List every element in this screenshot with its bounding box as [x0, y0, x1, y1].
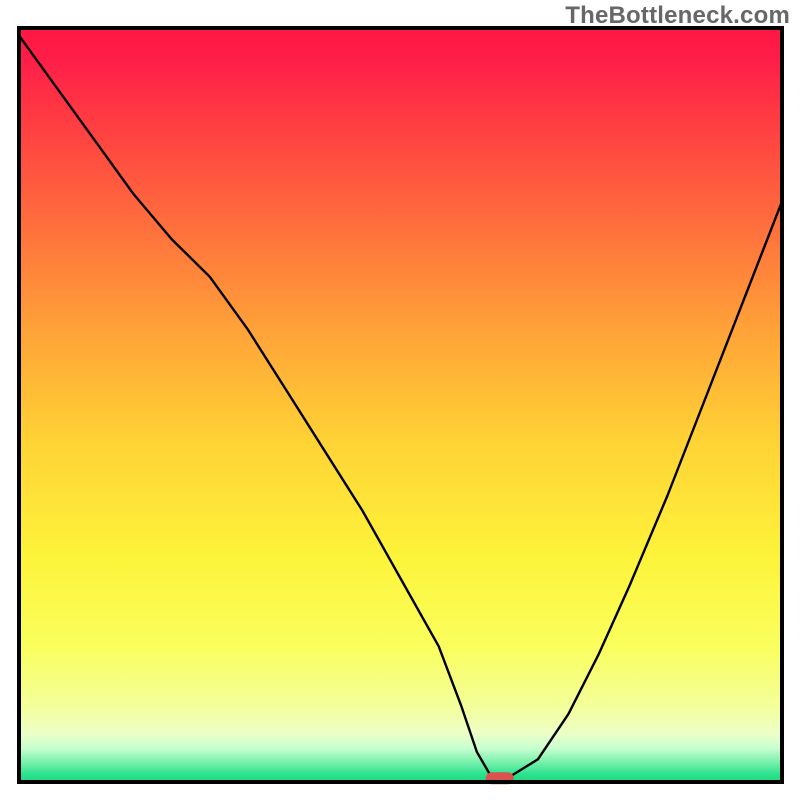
plot-background — [19, 28, 782, 782]
bottleneck-chart — [0, 0, 800, 800]
chart-frame: TheBottleneck.com — [0, 0, 800, 800]
